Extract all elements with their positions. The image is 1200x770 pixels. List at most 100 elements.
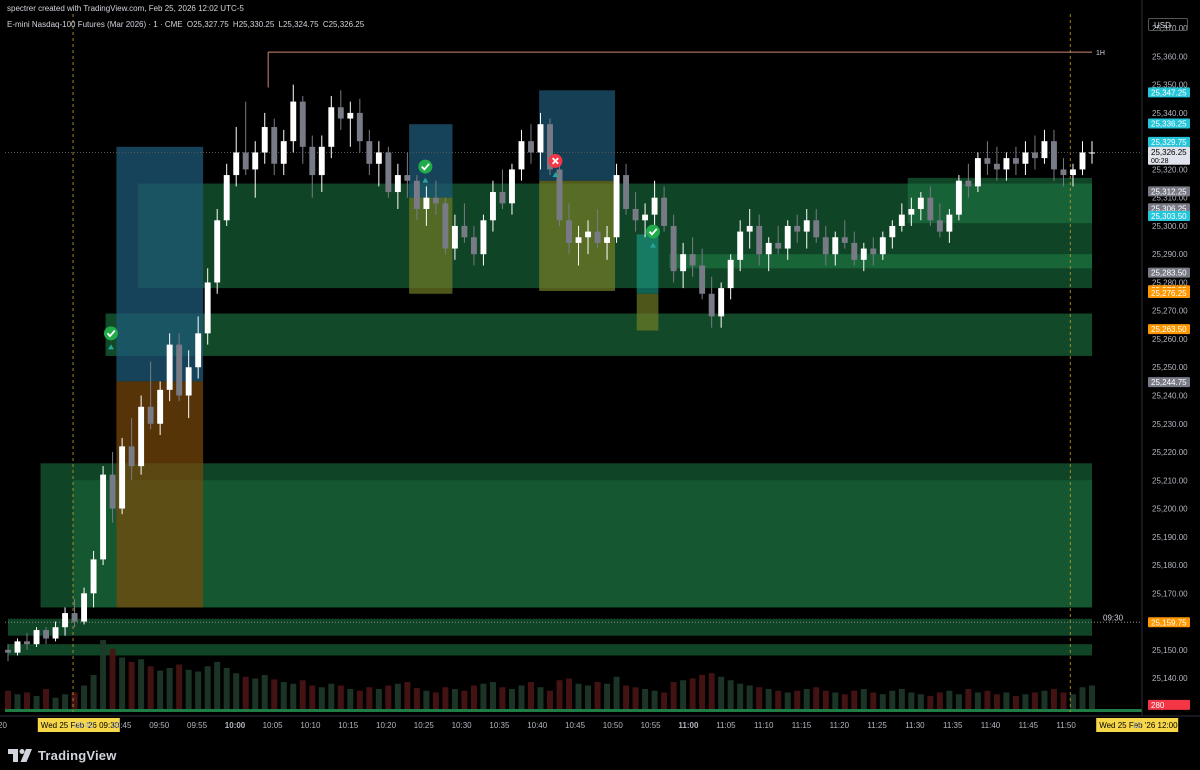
volume-bar (214, 661, 221, 710)
candle-body (223, 175, 230, 221)
demand-zone-low (8, 618, 1092, 636)
time-tick-label: 09:50 (149, 721, 170, 730)
candle-body (290, 101, 297, 142)
volume-bar (765, 689, 772, 710)
ohlc-close-value: 25,326.25 (328, 20, 365, 29)
volume-bar (204, 666, 211, 710)
price-tick-label: 25,240.00 (1152, 391, 1188, 400)
candle-body (680, 254, 687, 272)
candle-body (461, 225, 468, 238)
demand-zone-low-2 (8, 644, 1092, 656)
candle-body (1060, 169, 1067, 176)
candle-body (119, 446, 126, 509)
candlestick-chart[interactable]: 1H09:3025,370.0025,360.0025,350.0025,340… (0, 0, 1200, 740)
candle-body (356, 112, 363, 142)
candle-body (670, 225, 677, 272)
long-target-box (116, 146, 204, 382)
ohlc-high-value: 25,330.25 (238, 20, 275, 29)
volume-bar (870, 692, 877, 710)
candle-body (509, 169, 515, 204)
candle-body (765, 242, 772, 255)
candle-body (813, 220, 820, 238)
volume-bar (195, 671, 202, 710)
candle-body (138, 406, 145, 467)
stop-box-4 (636, 293, 659, 331)
price-tick-label: 25,360.00 (1152, 52, 1188, 61)
volume-bar (1012, 696, 1019, 710)
volume-bar (394, 683, 401, 710)
candle-body (252, 152, 259, 170)
check-circle-icon[interactable] (645, 224, 660, 239)
ohlc-close-label: C (322, 20, 329, 29)
currency-button[interactable]: USD (1148, 18, 1188, 31)
candle-body (14, 641, 21, 653)
price-tick-label: 25,200.00 (1152, 505, 1188, 514)
check-circle-icon[interactable] (418, 159, 433, 174)
candle-body (1089, 152, 1095, 154)
volume-bar (166, 668, 173, 710)
candle-body (832, 237, 839, 255)
candle-body (299, 101, 306, 147)
candle-body (689, 254, 696, 266)
candle-body (1012, 158, 1019, 164)
volume-bar (33, 696, 40, 710)
tradingview-logo[interactable]: TradingView (8, 746, 117, 764)
volume-bar (585, 685, 592, 710)
candle-body (908, 208, 915, 215)
candle-body (955, 180, 962, 215)
volume-bar (470, 685, 477, 710)
symbol-name[interactable]: E-mini Nasdaq-100 Futures (Mar 2026) · 1… (7, 20, 183, 29)
candle-body (822, 237, 829, 255)
candle-body (147, 406, 154, 424)
price-tag-label: 25,244.75 (1151, 378, 1187, 387)
candle-body (404, 175, 411, 181)
volume-bar (556, 680, 563, 710)
volume-bar (822, 690, 829, 710)
price-tag-label: 25,276.25 (1151, 289, 1187, 298)
time-tick-label: 09:55 (187, 721, 208, 730)
volume-bar (575, 683, 582, 710)
volume-bar (43, 689, 50, 710)
volume-bar (642, 689, 649, 710)
candle-body (965, 180, 972, 187)
time-tick-label: 10:05 (263, 721, 284, 730)
candle-body (642, 214, 649, 221)
candle-body (1051, 141, 1057, 170)
volume-bar (318, 687, 325, 710)
target-box-4 (636, 234, 659, 294)
volume-bar (413, 688, 420, 710)
candle-body (385, 152, 392, 193)
chart-area[interactable]: 1H 09:30 25,370.00 25,360.00 25,350.00 25,340… (0, 0, 1200, 740)
candle-body (328, 107, 335, 147)
price-tick-label: 25,300.00 (1152, 222, 1188, 231)
time-tick-label: 10:55 (641, 721, 662, 730)
candle-body (271, 127, 278, 164)
candle-body (727, 259, 734, 289)
volume-bar (5, 690, 11, 710)
1h-level-label: 1H (1096, 50, 1105, 57)
price-tick-label: 25,220.00 (1152, 448, 1188, 457)
volume-bar (1089, 685, 1095, 710)
candle-body (470, 237, 477, 255)
symbol-legend[interactable]: E-mini Nasdaq-100 Futures (Mar 2026) · 1… (7, 20, 366, 29)
stop-box-3 (539, 180, 616, 291)
volume-bar (242, 676, 249, 710)
price-tick-label: 25,180.00 (1152, 561, 1188, 570)
candle-body (394, 175, 401, 193)
volume-bar (1060, 692, 1067, 710)
volume-bar (527, 682, 534, 710)
candle-body (879, 237, 886, 255)
candle-body (518, 141, 525, 170)
volume-bar (1022, 694, 1029, 710)
candle-body (632, 208, 639, 221)
check-circle-icon[interactable] (103, 326, 118, 341)
volume-bar (1079, 687, 1086, 710)
volume-bar (851, 690, 858, 710)
price-tag-label: 25,326.25 (1151, 148, 1187, 157)
price-tick-label: 25,140.00 (1152, 674, 1188, 683)
volume-bar (385, 685, 392, 710)
volume-bar (889, 690, 896, 710)
time-tick-label: 11:45 (1019, 721, 1039, 730)
candle-body (62, 613, 69, 628)
cross-circle-icon[interactable] (548, 153, 563, 168)
